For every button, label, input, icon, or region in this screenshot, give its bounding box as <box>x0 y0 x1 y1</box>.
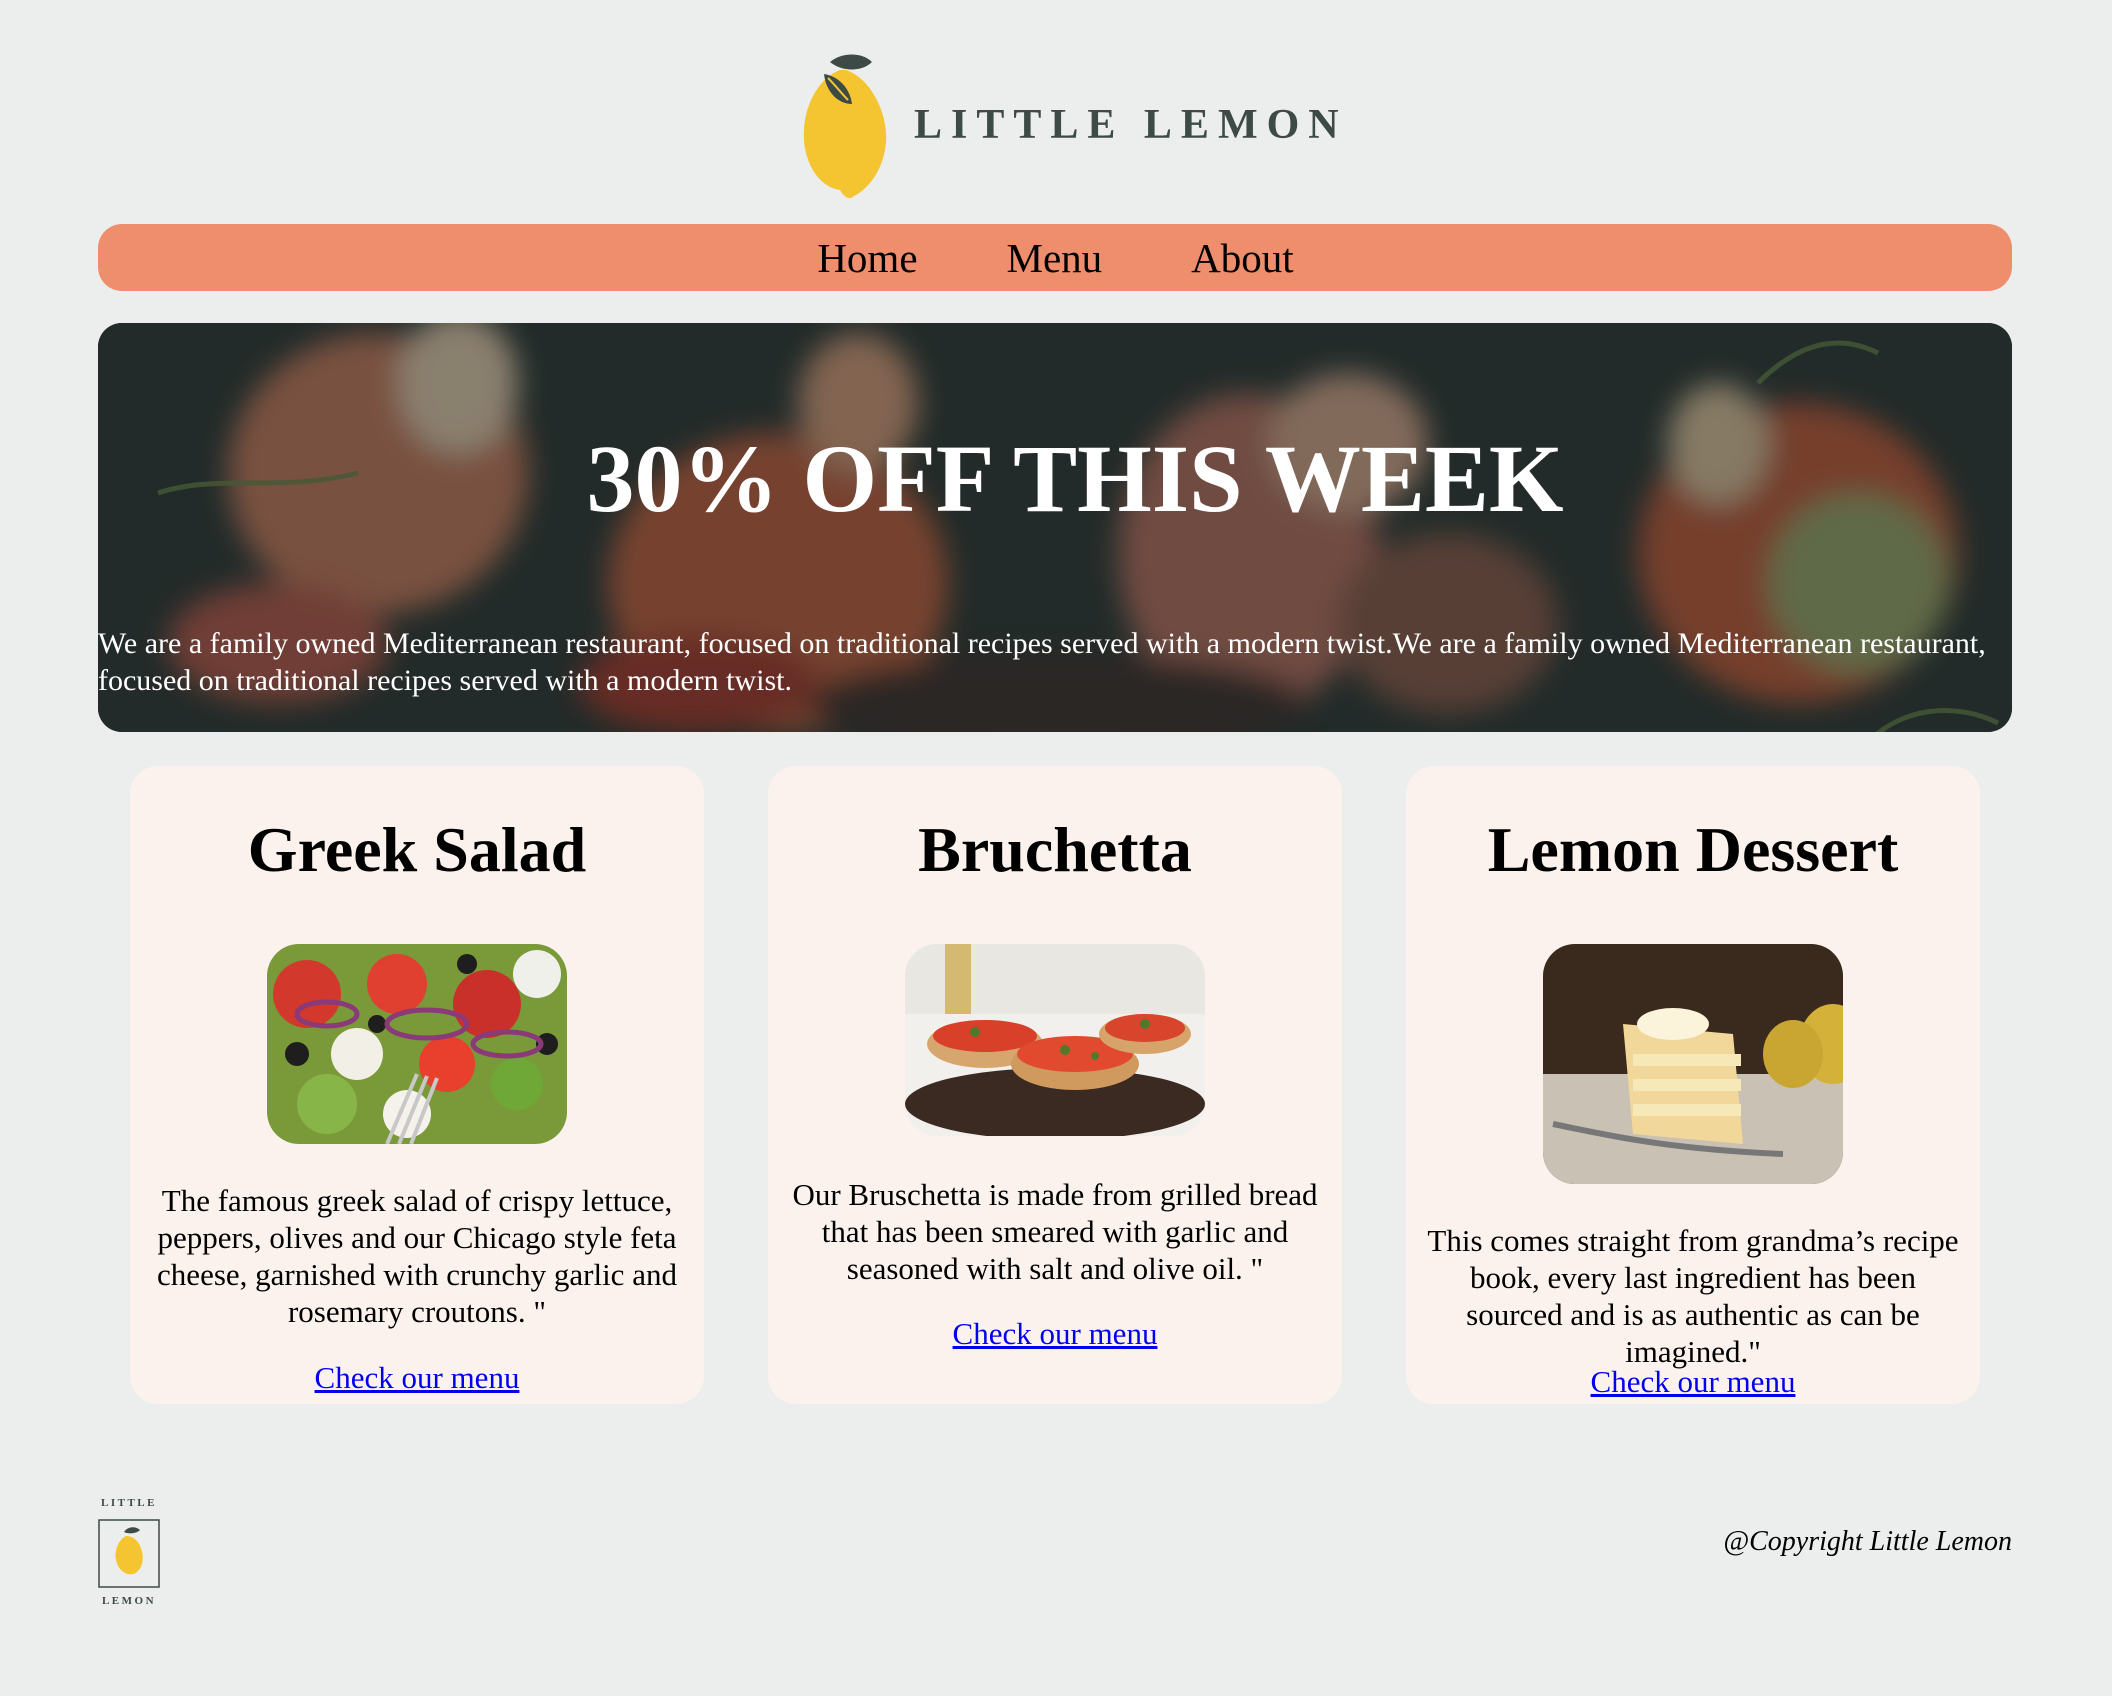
main-nav: Home Menu About <box>98 224 2012 291</box>
footer-logo-bottom-text: LEMON <box>102 1595 156 1607</box>
footer-lemon-icon <box>115 1536 143 1575</box>
footer-logo[interactable]: LITTLE LEMON <box>96 1494 162 1608</box>
bruchetta-image <box>905 944 1205 1136</box>
check-menu-link[interactable]: Check our menu <box>768 1316 1342 1352</box>
nav-menu-link[interactable]: Menu <box>1006 234 1103 282</box>
copyright-text: @Copyright Little Lemon <box>1723 1526 2012 1557</box>
menu-card-greek-salad: Greek Salad The famous greek salad of cr… <box>130 766 704 1404</box>
card-title: Greek Salad <box>247 814 587 885</box>
menu-card-bruchetta: Bruchetta Our Bruschetta is made from gr… <box>768 766 1342 1404</box>
greek-salad-image <box>267 944 567 1144</box>
hero-banner: 30% OFF THIS WEEK We are a family owned … <box>98 323 2012 732</box>
card-description: Our Bruschetta is made from grilled brea… <box>792 1177 1318 1286</box>
menu-card-lemon-dessert: Lemon Dessert This comes straight from g… <box>1406 766 1980 1404</box>
hero-title: 30% OFF THIS WEEK <box>586 425 1564 532</box>
nav-about-link[interactable]: About <box>1190 234 1294 282</box>
card-title: Bruchetta <box>918 814 1192 885</box>
hero-description: We are a family owned Mediterranean rest… <box>98 627 1986 697</box>
dessert-photo <box>1543 944 1843 1184</box>
card-description: The famous greek salad of crispy lettuce… <box>157 1183 677 1329</box>
check-menu-link[interactable]: Check our menu <box>130 1360 704 1396</box>
bruchetta-photo <box>905 944 1205 1136</box>
lemon-logo-icon <box>803 54 887 198</box>
check-menu-link[interactable]: Check our menu <box>1406 1364 1980 1400</box>
lemon-dessert-image <box>1543 944 1843 1184</box>
brand-name: LITTLE LEMON <box>914 102 1348 148</box>
nav-home-link[interactable]: Home <box>816 234 917 282</box>
card-title: Lemon Dessert <box>1487 814 1899 885</box>
header-logo[interactable]: LITTLE LEMON <box>800 50 1339 200</box>
card-description: This comes straight from grandma’s recip… <box>1427 1223 1959 1369</box>
footer-logo-top-text: LITTLE <box>101 1497 157 1509</box>
salad-photo <box>267 944 567 1144</box>
